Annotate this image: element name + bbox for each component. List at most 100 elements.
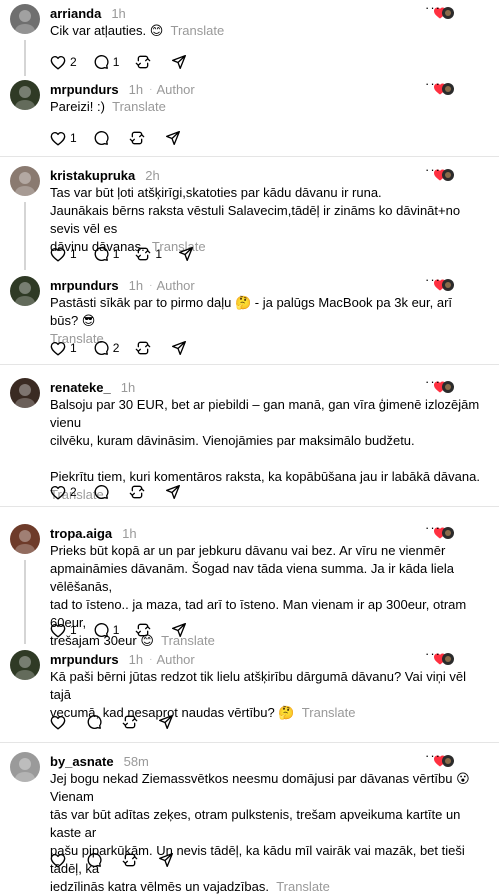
share-button[interactable]	[178, 246, 194, 262]
share-button[interactable]	[171, 340, 187, 356]
post-text: Cik var atļauties. 😊 Translate	[50, 22, 483, 40]
repost-icon	[135, 340, 151, 356]
avatar[interactable]	[10, 166, 40, 196]
more-options-icon[interactable]: ···	[425, 375, 441, 388]
share-icon	[171, 54, 187, 70]
action-bar	[50, 852, 190, 868]
comment-icon	[93, 622, 109, 638]
post-header: mrpundurs 1h · Author	[50, 650, 195, 668]
username[interactable]: by_asnate	[50, 754, 114, 769]
share-button[interactable]	[158, 714, 174, 730]
username[interactable]: kristakupruka	[50, 168, 135, 183]
timestamp[interactable]: 1h	[122, 526, 136, 541]
repost-icon	[129, 484, 145, 500]
repost-button[interactable]	[129, 484, 149, 500]
username[interactable]: arrianda	[50, 6, 101, 21]
reply-button[interactable]	[86, 852, 106, 868]
post-text-line: Balsoju par 30 EUR, bet ar piebildi – ga…	[50, 397, 480, 430]
comment-icon	[93, 340, 109, 356]
timestamp[interactable]: 1h	[121, 380, 135, 395]
timestamp[interactable]: 58m	[124, 754, 149, 769]
reply-button[interactable]: 2	[93, 340, 120, 356]
share-button[interactable]	[171, 54, 187, 70]
comment-icon	[86, 852, 102, 868]
repost-button[interactable]	[129, 130, 149, 146]
reply-button[interactable]	[86, 714, 106, 730]
avatar[interactable]	[10, 4, 40, 34]
like-button[interactable]: 1	[50, 341, 77, 356]
reply-button[interactable]	[93, 130, 113, 146]
username[interactable]: tropa.aiga	[50, 526, 112, 541]
username[interactable]: mrpundurs	[50, 82, 119, 97]
repost-button[interactable]	[122, 852, 142, 868]
heart-icon	[50, 55, 66, 70]
reply-button[interactable]: 1	[93, 246, 119, 262]
timestamp[interactable]: 1h	[129, 278, 143, 293]
like-button[interactable]: 1	[50, 131, 77, 146]
like-button[interactable]: 1	[50, 623, 77, 638]
username[interactable]: mrpundurs	[50, 278, 119, 293]
repost-icon	[135, 622, 151, 638]
translate-link[interactable]: Translate	[302, 705, 356, 720]
username[interactable]: renateke_	[50, 380, 111, 395]
reply-button[interactable]: 1	[93, 622, 119, 638]
timestamp[interactable]: 1h	[111, 6, 125, 21]
repost-button[interactable]: 1	[135, 246, 162, 262]
translate-link[interactable]: Translate	[112, 99, 166, 114]
avatar[interactable]	[10, 524, 40, 554]
share-button[interactable]	[165, 484, 181, 500]
author-badge: Author	[156, 277, 195, 293]
action-bar: 1	[50, 130, 197, 146]
avatar[interactable]	[10, 752, 40, 782]
repost-icon	[129, 130, 145, 146]
repost-button[interactable]	[135, 622, 155, 638]
divider	[0, 156, 499, 157]
like-button[interactable]: 2	[50, 485, 77, 500]
avatar[interactable]	[10, 276, 40, 306]
more-options-icon[interactable]: ···	[425, 749, 441, 762]
comment-icon	[93, 130, 109, 146]
post-text-line: Cik var atļauties. 😊	[50, 23, 164, 38]
more-options-icon[interactable]: ···	[425, 77, 441, 90]
reply-button[interactable]: 1	[93, 54, 119, 70]
comment-icon	[93, 54, 109, 70]
translate-link[interactable]: Translate	[276, 879, 330, 894]
divider	[0, 742, 499, 743]
timestamp[interactable]: 1h	[129, 652, 143, 667]
avatar[interactable]	[10, 650, 40, 680]
repost-button[interactable]	[135, 340, 155, 356]
timestamp[interactable]: 1h	[129, 82, 143, 97]
like-button[interactable]	[50, 715, 70, 730]
avatar[interactable]	[10, 378, 40, 408]
repost-button[interactable]	[135, 54, 155, 70]
username[interactable]: mrpundurs	[50, 652, 119, 667]
like-button[interactable]	[50, 853, 70, 868]
like-button[interactable]: 2	[50, 55, 77, 70]
more-options-icon[interactable]: ···	[425, 1, 441, 14]
translate-link[interactable]: Translate	[171, 23, 225, 38]
post-text-line: Jaunākais bērns raksta vēstuli Salavecim…	[50, 203, 461, 236]
author-badge: Author	[156, 81, 195, 97]
heart-icon	[50, 485, 66, 500]
share-button[interactable]	[165, 130, 181, 146]
more-options-icon[interactable]: ···	[425, 647, 441, 660]
repost-button[interactable]	[122, 714, 142, 730]
post-text-line: cilvēku, kuram dāvināsim. Vienojāmies pa…	[50, 433, 415, 448]
heart-icon	[50, 247, 66, 262]
timestamp[interactable]: 2h	[145, 168, 159, 183]
avatar[interactable]	[10, 80, 40, 110]
more-options-icon[interactable]: ···	[425, 163, 441, 176]
repost-count: 1	[155, 247, 163, 261]
more-options-icon[interactable]: ···	[425, 521, 441, 534]
post-text-line: Kā paši bērni jūtas redzot tik lielu atš…	[50, 669, 466, 702]
reply-button[interactable]	[93, 484, 113, 500]
reply-count: 2	[112, 341, 120, 355]
comment-icon	[86, 714, 102, 730]
share-button[interactable]	[171, 622, 187, 638]
post-text-line: Tas var būt ļoti atšķirīgi,skatoties par…	[50, 185, 382, 200]
action-bar: 12	[50, 340, 203, 356]
like-button[interactable]: 1	[50, 247, 77, 262]
post-text-line: Piekrītu tiem, kuri komentāros raksta, k…	[50, 469, 480, 484]
more-options-icon[interactable]: ···	[425, 273, 441, 286]
share-button[interactable]	[158, 852, 174, 868]
